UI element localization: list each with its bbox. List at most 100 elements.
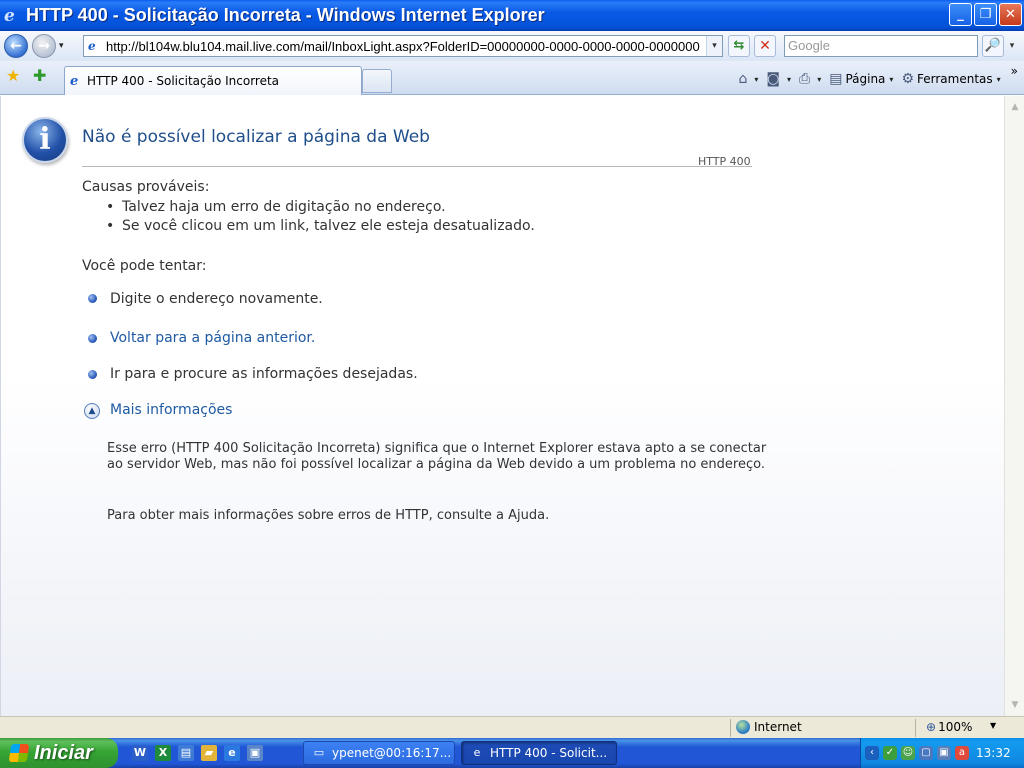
page-title: Não é possível localizar a página da Web xyxy=(82,127,430,147)
chevron-down-icon[interactable]: ▾ xyxy=(817,75,821,84)
zone-label: Internet xyxy=(754,720,802,734)
url-input[interactable]: http://bl104w.blu104.mail.live.com/mail/… xyxy=(106,39,704,54)
tab-page-icon: e xyxy=(70,73,79,89)
zoom-level: 100% xyxy=(938,720,973,734)
back-button[interactable]: ← xyxy=(4,34,28,58)
causes-title: Causas prováveis: xyxy=(82,179,210,195)
bullet-dot-icon xyxy=(88,334,97,343)
address-bar[interactable]: e http://bl104w.blu104.mail.live.com/mai… xyxy=(83,35,723,57)
magnifier-icon: ⊕ xyxy=(926,720,937,734)
network-icon[interactable]: ✓ xyxy=(883,746,897,760)
scroll-up-icon[interactable]: ▲ xyxy=(1007,99,1023,115)
taskbar-button-label: HTTP 400 - Solicit... xyxy=(490,746,608,760)
scroll-down-icon[interactable]: ▼ xyxy=(1007,697,1023,713)
cause-item: Se você clicou em um link, talvez ele es… xyxy=(122,218,535,234)
close-button[interactable]: ✕ xyxy=(999,3,1022,26)
tab-http-400[interactable]: e HTTP 400 - Solicitação Incorreta xyxy=(64,66,362,95)
go-back-link[interactable]: Voltar para a página anterior. xyxy=(110,330,315,346)
cause-item: Talvez haja um erro de digitação no ende… xyxy=(122,199,446,215)
print-button[interactable]: ⎙ ▾ xyxy=(799,71,821,87)
new-tab-button[interactable] xyxy=(362,69,392,93)
start-label: Iniciar xyxy=(34,741,93,764)
security-icon[interactable]: a xyxy=(955,746,969,760)
chevron-down-icon: ▾ xyxy=(996,74,1001,84)
gear-icon: ⚙ xyxy=(901,71,914,87)
home-button[interactable]: ⌂ ▾ xyxy=(738,71,758,87)
feeds-button[interactable]: ◙ ▾ xyxy=(766,71,791,87)
more-commands-icon[interactable]: » xyxy=(1011,64,1018,78)
window-icon: ▭ xyxy=(313,746,325,759)
status-separator xyxy=(915,719,916,737)
title-bar: e HTTP 400 - Solicitação Incorreta - Win… xyxy=(0,0,1024,31)
recent-pages-dropdown[interactable]: ▾ xyxy=(59,41,64,51)
bullet-icon: • xyxy=(106,199,115,215)
feed-icon: ◙ xyxy=(766,71,780,87)
bullet-dot-icon xyxy=(88,294,97,303)
command-bar: ⌂ ▾ ◙ ▾ ⎙ ▾ ▤ Página ▾ ⚙ Ferramentas ▾ » xyxy=(738,64,1024,91)
search-icon[interactable]: 🔎 xyxy=(982,35,1004,57)
bullet-dot-icon xyxy=(88,370,97,379)
minimize-button[interactable]: _ xyxy=(949,3,972,26)
app-icon[interactable]: ▣ xyxy=(247,745,263,761)
try-title: Você pode tentar: xyxy=(82,258,207,274)
tab-label: HTTP 400 - Solicitação Incorreta xyxy=(87,74,280,88)
taskbar: Iniciar W X ▤ ▰ e ▣ ▭ ypenet@00:16:17...… xyxy=(0,738,1024,768)
zoom-control[interactable]: ⊕ 100% xyxy=(926,720,972,734)
divider xyxy=(82,166,752,167)
page-menu[interactable]: ▤ Página ▾ xyxy=(829,71,893,87)
security-zone[interactable]: Internet xyxy=(736,720,802,734)
start-button[interactable]: Iniciar xyxy=(0,738,118,768)
display-icon[interactable]: ▢ xyxy=(919,746,933,760)
stop-button[interactable]: ✕ xyxy=(754,35,776,57)
tools-menu-label: Ferramentas xyxy=(917,72,993,86)
ie-logo-icon: e xyxy=(4,5,15,26)
home-icon: ⌂ xyxy=(738,71,748,87)
show-hidden-icons-icon[interactable]: ‹ xyxy=(865,746,879,760)
bullet-icon: • xyxy=(106,218,115,234)
page-menu-label: Página xyxy=(845,72,886,86)
taskbar-button-browser[interactable]: e HTTP 400 - Solicit... xyxy=(461,741,617,765)
clock: 13:32 xyxy=(976,746,1011,760)
chevron-down-icon[interactable]: ▾ xyxy=(787,75,791,84)
vertical-scrollbar[interactable]: ▲ ▼ xyxy=(1004,96,1024,716)
address-dropdown-button[interactable]: ▾ xyxy=(706,36,722,56)
status-bar: Internet ⊕ 100% ▼ xyxy=(0,716,1024,738)
taskbar-button-terminal[interactable]: ▭ ypenet@00:16:17... xyxy=(303,741,455,765)
tab-bar: ★ ✚ e HTTP 400 - Solicitação Incorreta ⌂… xyxy=(0,61,1024,95)
status-separator xyxy=(730,719,731,737)
taskbar-button-label: ypenet@00:16:17... xyxy=(332,746,452,760)
favorites-star-icon[interactable]: ★ xyxy=(6,68,20,84)
document-icon[interactable]: ▤ xyxy=(178,745,194,761)
refresh-button[interactable]: ⇆ xyxy=(728,35,750,57)
info-icon: i xyxy=(22,117,68,163)
search-options-dropdown[interactable]: ▾ xyxy=(1005,35,1019,57)
ie-icon[interactable]: e xyxy=(224,745,240,761)
excel-icon[interactable]: X xyxy=(155,745,171,761)
windows-logo-icon xyxy=(8,744,30,762)
window-controls: _ ❐ ✕ xyxy=(949,3,1022,26)
explanation-text: Esse erro (HTTP 400 Solicitação Incorret… xyxy=(107,441,767,472)
system-tray: ‹ ✓ ☺ ▢ ▣ a 13:32 xyxy=(860,738,1024,768)
word-icon[interactable]: W xyxy=(132,745,148,761)
folder-icon[interactable]: ▰ xyxy=(201,745,217,761)
monitor-icon[interactable]: ▣ xyxy=(937,746,951,760)
forward-button[interactable]: → xyxy=(32,34,56,58)
page-icon: ▤ xyxy=(829,71,843,87)
people-icon[interactable]: ☺ xyxy=(901,746,915,760)
goto-text: Ir para e procure as informações desejad… xyxy=(110,366,418,382)
chevron-down-icon[interactable]: ▼ xyxy=(990,721,996,730)
maximize-button[interactable]: ❐ xyxy=(974,3,997,26)
collapse-up-icon[interactable]: ▲ xyxy=(84,403,100,419)
help-text: Para obter mais informações sobre erros … xyxy=(107,508,550,523)
ie-icon: e xyxy=(473,746,481,759)
retype-address-text: Digite o endereço novamente. xyxy=(110,291,323,307)
chevron-down-icon: ▾ xyxy=(889,74,894,84)
chevron-down-icon[interactable]: ▾ xyxy=(754,75,758,84)
add-favorite-icon[interactable]: ✚ xyxy=(33,68,46,84)
page-icon: e xyxy=(88,39,96,53)
tools-menu[interactable]: ⚙ Ferramentas ▾ xyxy=(901,71,1000,87)
print-icon: ⎙ xyxy=(799,71,811,87)
globe-icon xyxy=(736,720,750,734)
more-info-link[interactable]: Mais informações xyxy=(110,402,232,418)
search-input[interactable]: Google xyxy=(784,35,978,57)
